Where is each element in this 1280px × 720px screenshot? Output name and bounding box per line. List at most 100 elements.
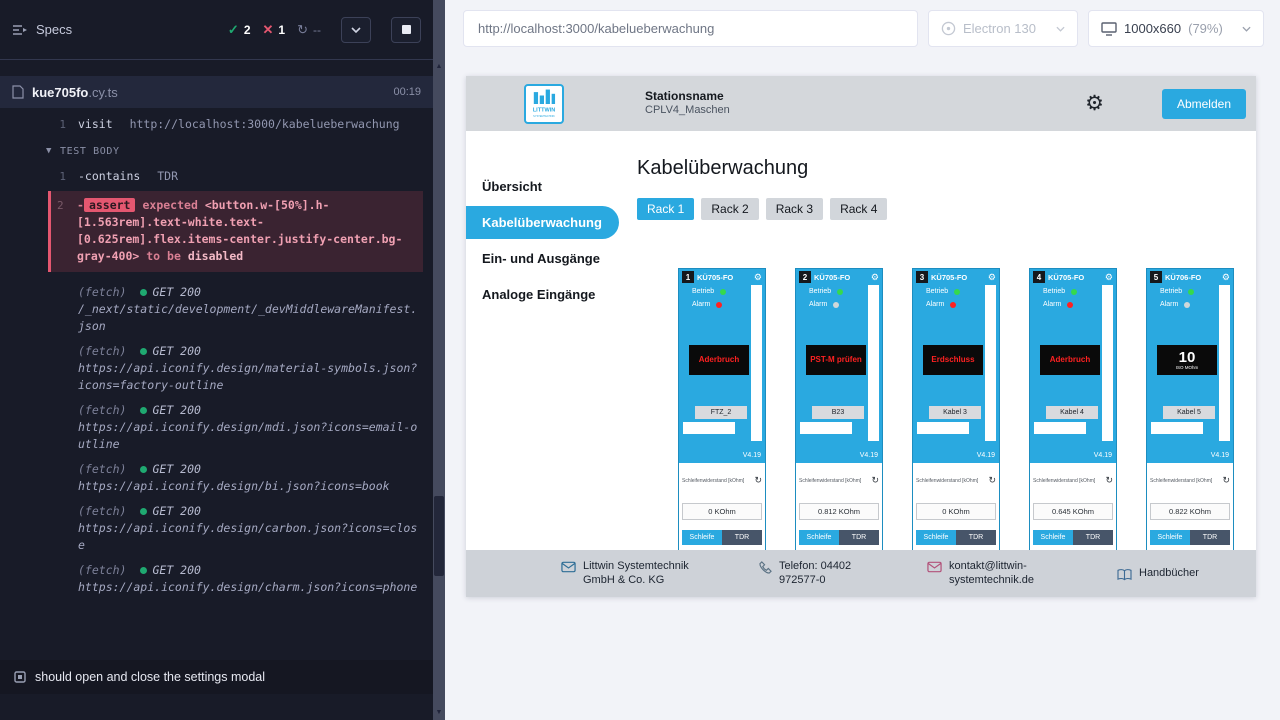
contains-command-line[interactable]: 1 -contains TDR — [0, 166, 433, 187]
viewport-selector[interactable]: 1000x660 (79%) — [1088, 10, 1264, 47]
schleife-button[interactable]: Schleife — [682, 530, 722, 545]
device-cards: 1 KÜ705-FO ⚙ Betrieb Alarm — [678, 268, 1256, 550]
tdr-button[interactable]: TDR — [1073, 530, 1113, 545]
runner-scrollbar[interactable]: ▲ ▼ — [433, 0, 445, 720]
stop-run-button[interactable] — [391, 17, 421, 43]
visit-command-line[interactable]: 1 visit http://localhost:3000/kabelueber… — [0, 114, 433, 135]
schleife-button[interactable]: Schleife — [1033, 530, 1073, 545]
command-arg: http://localhost:3000/kabelueberwachung — [130, 117, 400, 131]
station-info: Stationsname CPLV4_Maschen — [645, 89, 730, 118]
refresh-icon[interactable]: ↻ — [1105, 475, 1113, 486]
nav-item-analoge-eingaenge[interactable]: Analoge Eingänge — [466, 278, 621, 311]
schleife-button[interactable]: Schleife — [799, 530, 839, 545]
resistance-value: 0 KOhm — [916, 503, 996, 520]
blank-input[interactable] — [800, 422, 852, 434]
blank-input[interactable] — [1151, 422, 1203, 434]
resistance-label: Schleifenwiderstand [kOhm] — [1033, 478, 1105, 484]
device-card-5: 5 KÜ706-FO ⚙ Betrieb Alarm — [1146, 268, 1234, 550]
card-number: 4 — [1033, 271, 1045, 283]
test-body-section[interactable]: ▼ TEST BODY — [0, 135, 433, 166]
success-dot-icon — [140, 567, 147, 574]
settings-gear-icon[interactable]: ⚙ — [1085, 91, 1104, 116]
chevron-down-icon — [351, 27, 361, 33]
refresh-icon[interactable]: ↻ — [754, 475, 762, 486]
betrieb-label: Betrieb — [1160, 288, 1182, 295]
assert-expected: expected — [142, 198, 197, 212]
resistance-value: 0 KOhm — [682, 503, 762, 520]
chevron-down-icon: ▼ — [46, 143, 52, 160]
scroll-up-icon[interactable]: ▲ — [433, 60, 445, 74]
status-display: Erdschluss — [923, 345, 983, 375]
footer-phone: Telefon: 04402 972577-0 — [759, 560, 891, 588]
nav-item-uebersicht[interactable]: Übersicht — [466, 170, 621, 203]
tab-rack-4[interactable]: Rack 4 — [830, 198, 887, 220]
resistance-label: Schleifenwiderstand [kOhm] — [799, 478, 871, 484]
blank-input[interactable] — [1034, 422, 1086, 434]
blank-input[interactable] — [683, 422, 735, 434]
card-settings-icon[interactable]: ⚙ — [871, 272, 879, 283]
logout-button[interactable]: Abmelden — [1162, 89, 1246, 119]
status-display: 10 ISO MOhm — [1157, 345, 1217, 375]
tab-rack-3[interactable]: Rack 3 — [766, 198, 823, 220]
assert-dash: - — [77, 198, 84, 212]
cable-name-field[interactable]: Kabel 3 — [929, 406, 981, 419]
next-test-row[interactable]: should open and close the settings modal — [0, 660, 433, 694]
station-value: CPLV4_Maschen — [645, 104, 730, 118]
tdr-button[interactable]: TDR — [722, 530, 762, 545]
browser-name: Electron 130 — [963, 21, 1036, 36]
url-input[interactable] — [463, 10, 918, 47]
book-icon — [1117, 568, 1132, 581]
specs-menu-button[interactable]: Specs — [12, 22, 72, 37]
refresh-icon[interactable]: ↻ — [1222, 475, 1230, 486]
card-settings-icon[interactable]: ⚙ — [1222, 272, 1230, 283]
electron-icon — [941, 21, 956, 36]
aut-toolbar: Electron 130 1000x660 (79%) — [445, 0, 1280, 47]
failed-assert-line[interactable]: 2 -assertexpected <button.w-[50%].h-[1.5… — [48, 191, 423, 272]
card-settings-icon[interactable]: ⚙ — [988, 272, 996, 283]
blank-input[interactable] — [917, 422, 969, 434]
betrieb-label: Betrieb — [926, 288, 948, 295]
command-name: visit — [78, 117, 113, 131]
station-label: Stationsname — [645, 89, 730, 104]
scroll-down-icon[interactable]: ▼ — [433, 706, 445, 720]
nav-item-kabelueberwachung[interactable]: Kabelüberwachung — [466, 206, 619, 239]
footer-email[interactable]: kontakt@littwin-systemtechnik.de — [927, 560, 1081, 588]
pending-number: -- — [313, 23, 321, 37]
cable-name-field[interactable]: Kabel 4 — [1046, 406, 1098, 419]
refresh-icon[interactable]: ↻ — [871, 475, 879, 486]
card-header: 2 KÜ705-FO ⚙ — [796, 269, 882, 285]
chevron-down-icon — [1242, 26, 1251, 32]
refresh-icon[interactable]: ↻ — [988, 475, 996, 486]
logo-cell: LITTWIN SYSTEMTECHNIK — [466, 84, 621, 124]
card-number: 5 — [1150, 271, 1162, 283]
cable-strip — [868, 285, 879, 441]
viewport-zoom: (79%) — [1188, 21, 1223, 36]
fetch-label: (fetch) — [78, 285, 126, 299]
tab-rack-2[interactable]: Rack 2 — [701, 198, 758, 220]
alarm-led — [716, 302, 722, 308]
sidebar-nav: Übersicht Kabelüberwachung Ein- und Ausg… — [466, 131, 621, 550]
viewport-size: 1000x660 — [1124, 21, 1181, 36]
card-model: KÜ705-FO — [814, 273, 868, 282]
tab-rack-1[interactable]: Rack 1 — [637, 198, 694, 220]
line-number: 1 — [0, 168, 66, 185]
schleife-button[interactable]: Schleife — [916, 530, 956, 545]
tdr-button[interactable]: TDR — [1190, 530, 1230, 545]
tdr-button[interactable]: TDR — [839, 530, 879, 545]
browser-selector[interactable]: Electron 130 — [928, 10, 1078, 47]
scrollbar-thumb[interactable] — [434, 496, 444, 576]
cable-name-field[interactable]: Kabel 5 — [1163, 406, 1215, 419]
tdr-button[interactable]: TDR — [956, 530, 996, 545]
card-settings-icon[interactable]: ⚙ — [754, 272, 762, 283]
cable-name-field[interactable]: FTZ_2 — [695, 406, 747, 419]
fetch-label: (fetch) — [78, 563, 126, 577]
footer-manuals[interactable]: Handbücher — [1117, 567, 1199, 581]
cable-name-field[interactable]: B23 — [812, 406, 864, 419]
alarm-led — [833, 302, 839, 308]
spec-title-bar[interactable]: kue705fo.cy.ts 00:19 — [0, 76, 433, 108]
app-header: LITTWIN SYSTEMTECHNIK Stationsname CPLV4… — [466, 76, 1256, 131]
card-settings-icon[interactable]: ⚙ — [1105, 272, 1113, 283]
nav-item-ein-und-ausgaenge[interactable]: Ein- und Ausgänge — [466, 242, 621, 275]
collapse-all-button[interactable] — [341, 17, 371, 43]
schleife-button[interactable]: Schleife — [1150, 530, 1190, 545]
